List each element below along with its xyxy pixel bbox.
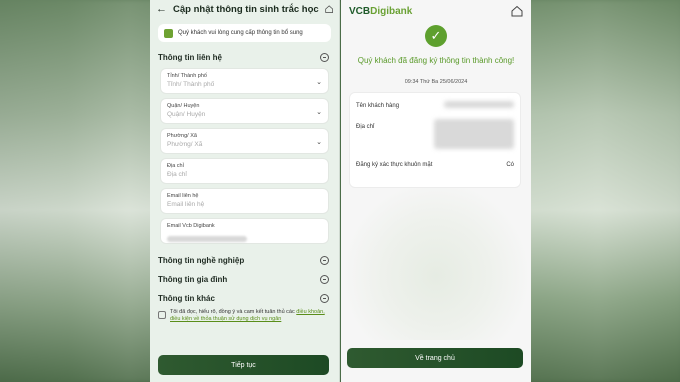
chevron-down-icon: ⌄ [316, 79, 322, 86]
section-other-label: Thông tin khác [158, 294, 215, 303]
home-button[interactable]: Về trang chủ [347, 348, 523, 368]
terms-text: Tôi đã đọc, hiểu rõ, đồng ý và cam kết t… [170, 309, 331, 323]
info-banner: Quý khách vui lòng cung cấp thông tin bổ… [158, 24, 331, 42]
district-select[interactable]: Quận/ Huyện Quận/ Huyện ⌄ [160, 98, 329, 124]
home-icon[interactable] [511, 5, 523, 17]
district-label: Quận/ Huyện [167, 103, 200, 109]
collapse-icon[interactable] [320, 53, 329, 62]
header: VCBDigibank [341, 0, 531, 22]
vcb-email-field: Email Vcb Digibank [160, 218, 329, 244]
ward-select[interactable]: Phường/ Xã Phường/ Xã ⌄ [160, 128, 329, 154]
brand-main: VCB [349, 5, 371, 17]
info-icon [164, 28, 173, 38]
collapse-icon[interactable] [320, 275, 329, 284]
back-arrow-icon[interactable]: ← [156, 3, 167, 15]
district-placeholder: Quận/ Huyện [167, 111, 206, 118]
province-label: Tỉnh/ Thành phố [167, 73, 207, 79]
success-screen: VCBDigibank ✓ Quý khách đã đăng ký thông… [341, 0, 531, 382]
vcb-logo: VCBDigibank [349, 6, 412, 17]
info-text: Quý khách vui lòng cung cấp thông tin bổ… [178, 30, 303, 36]
chevron-down-icon: ⌄ [316, 139, 322, 146]
brand-sub: Digibank [370, 5, 413, 17]
background-pattern [341, 180, 531, 340]
section-family[interactable]: Thông tin gia đình [150, 275, 339, 284]
customer-name-label: Tên khách hàng [356, 103, 400, 109]
face-auth-label: Đăng ký xác thực khuôn mặt [356, 162, 433, 168]
result-card: Tên khách hàng Địa chỉ Đăng ký xác thực … [349, 92, 521, 188]
ward-placeholder: Phường/ Xã [167, 141, 203, 148]
success-message: Quý khách đã đăng ký thông tin thành côn… [357, 56, 515, 65]
timestamp: 09:34 Thứ Ba 25/06/2024 [404, 79, 468, 85]
background-right [524, 0, 680, 382]
biometric-update-screen: ← Cập nhật thông tin sinh trắc học Quý k… [150, 0, 340, 382]
redacted-address [434, 119, 514, 149]
address-label: Địa chỉ [356, 124, 375, 130]
address-input[interactable]: Địa chỉ Địa chỉ [160, 158, 329, 184]
section-other[interactable]: Thông tin khác [150, 294, 339, 303]
section-family-label: Thông tin gia đình [158, 275, 228, 284]
email-input[interactable]: Email liên hệ Email liên hệ [160, 188, 329, 214]
section-job-label: Thông tin nghề nghiệp [158, 256, 245, 265]
header: ← Cập nhật thông tin sinh trắc học [150, 0, 339, 18]
terms-agreement: Tôi đã đọc, hiểu rõ, đồng ý và cam kết t… [150, 309, 339, 323]
chevron-down-icon: ⌄ [316, 109, 322, 116]
terms-text-part: Tôi đã đọc, hiểu rõ, đồng ý và cam kết t… [170, 309, 297, 315]
section-contact[interactable]: Thông tin liên hệ [150, 53, 339, 62]
background-left [0, 0, 150, 382]
continue-button[interactable]: Tiếp tục [158, 355, 329, 375]
page-title: Cập nhật thông tin sinh trắc học [173, 3, 319, 15]
redacted-value [167, 236, 247, 242]
terms-checkbox[interactable] [158, 311, 166, 319]
collapse-icon[interactable] [320, 294, 329, 303]
ward-label: Phường/ Xã [167, 133, 197, 139]
province-placeholder: Tỉnh/ Thành phố [167, 81, 215, 88]
home-icon[interactable] [325, 3, 333, 15]
face-auth-row: Đăng ký xác thực khuôn mặt [356, 162, 436, 168]
province-select[interactable]: Tỉnh/ Thành phố Tỉnh/ Thành phố ⌄ [160, 68, 329, 94]
address-label: Địa chỉ [167, 163, 184, 169]
collapse-icon[interactable] [320, 256, 329, 265]
section-job[interactable]: Thông tin nghề nghiệp [150, 256, 339, 265]
redacted-name [444, 101, 514, 108]
email-placeholder: Email liên hệ [167, 201, 205, 208]
face-auth-value: Có [506, 162, 514, 168]
success-check-icon: ✓ [425, 25, 447, 47]
address-placeholder: Địa chỉ [167, 171, 187, 178]
vcb-email-label: Email Vcb Digibank [167, 223, 215, 229]
email-label: Email liên hệ [167, 193, 199, 199]
section-contact-label: Thông tin liên hệ [158, 53, 222, 62]
